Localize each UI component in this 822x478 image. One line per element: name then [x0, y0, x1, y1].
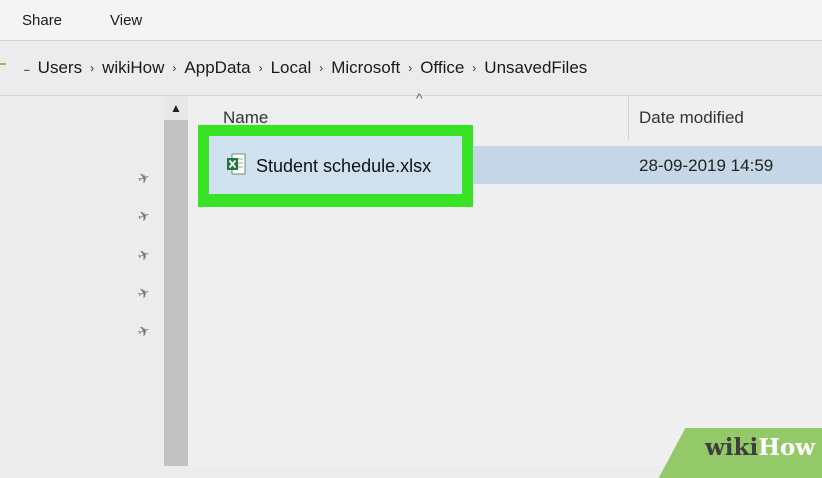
column-header-date-modified[interactable]: Date modified: [639, 108, 744, 128]
ribbon-bar: Share View: [0, 0, 822, 40]
navigation-scrollbar[interactable]: [164, 96, 188, 466]
breadcrumb-wikihow[interactable]: wikiHow: [102, 58, 164, 78]
breadcrumb-office[interactable]: Office: [420, 58, 464, 78]
tab-share[interactable]: Share: [22, 12, 62, 29]
tab-view[interactable]: View: [110, 12, 142, 29]
scroll-up-button[interactable]: ▲: [164, 96, 188, 120]
breadcrumb: ˗ Users › wikiHow › AppData › Local › Mi…: [24, 58, 587, 78]
breadcrumb-microsoft[interactable]: Microsoft: [331, 58, 400, 78]
file-name[interactable]: Student schedule.xlsx: [256, 156, 431, 177]
excel-file-icon: [227, 153, 246, 175]
chevron-right-icon[interactable]: ›: [472, 61, 476, 75]
chevron-right-icon[interactable]: ›: [408, 61, 412, 75]
breadcrumb-local[interactable]: Local: [271, 58, 312, 78]
folder-icon-edge: [0, 63, 6, 65]
navigation-pane[interactable]: [0, 96, 164, 466]
chevron-right-icon[interactable]: ›: [90, 61, 94, 75]
file-date-modified: 28-09-2019 14:59: [639, 156, 774, 175]
sort-ascending-icon: ^: [416, 90, 423, 106]
breadcrumb-overflow-icon[interactable]: ˗: [24, 58, 30, 78]
breadcrumb-unsavedfiles[interactable]: UnsavedFiles: [484, 58, 587, 78]
breadcrumb-appdata[interactable]: AppData: [184, 58, 250, 78]
breadcrumb-users[interactable]: Users: [38, 58, 82, 78]
chevron-right-icon[interactable]: ›: [319, 61, 323, 75]
column-divider[interactable]: [628, 96, 629, 140]
watermark-logo: wikiHow: [705, 434, 816, 461]
chevron-right-icon[interactable]: ›: [172, 61, 176, 75]
chevron-right-icon[interactable]: ›: [259, 61, 263, 75]
